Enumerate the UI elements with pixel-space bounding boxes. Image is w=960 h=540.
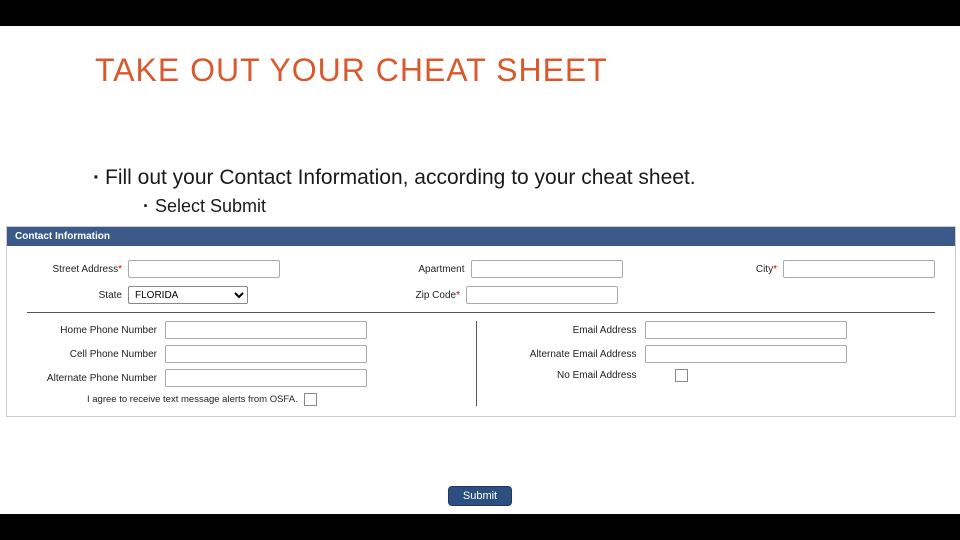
- street-input[interactable]: [128, 260, 280, 278]
- address-row-2: State FLORIDA Zip Code*: [27, 286, 935, 304]
- home-phone-input[interactable]: [165, 321, 367, 339]
- cell-phone-label: Cell Phone Number: [27, 349, 157, 360]
- alt-email-input[interactable]: [645, 345, 847, 363]
- state-label: State: [27, 290, 122, 301]
- email-label: Email Address: [507, 325, 637, 336]
- contact-form-panel: Contact Information Street Address* Apar…: [6, 226, 956, 417]
- zip-input[interactable]: [466, 286, 618, 304]
- no-email-label: No Email Address: [507, 370, 637, 381]
- city-label: City*: [737, 264, 777, 275]
- divider: [27, 312, 935, 313]
- apartment-input[interactable]: [471, 260, 623, 278]
- alt-email-label: Alternate Email Address: [507, 349, 637, 360]
- bullet-select-submit: Select Submit: [155, 196, 266, 217]
- consent-checkbox[interactable]: [304, 393, 317, 406]
- zip-label: Zip Code*: [390, 290, 460, 301]
- alt-phone-label: Alternate Phone Number: [27, 373, 157, 384]
- cell-phone-input[interactable]: [165, 345, 367, 363]
- home-phone-label: Home Phone Number: [27, 325, 157, 336]
- street-label: Street Address*: [27, 264, 122, 275]
- bullet-fill-contact: Fill out your Contact Information, accor…: [105, 166, 696, 190]
- submit-row: Submit: [0, 486, 960, 506]
- state-select[interactable]: FLORIDA: [128, 286, 248, 304]
- submit-button[interactable]: Submit: [448, 486, 512, 506]
- email-column: Email Address Alternate Email Address No…: [477, 321, 936, 406]
- email-input[interactable]: [645, 321, 847, 339]
- phone-column: Home Phone Number Cell Phone Number Alte…: [27, 321, 477, 406]
- city-input[interactable]: [783, 260, 935, 278]
- apartment-label: Apartment: [395, 264, 465, 275]
- consent-row: I agree to receive text message alerts f…: [87, 393, 456, 406]
- lower-section: Home Phone Number Cell Phone Number Alte…: [27, 321, 935, 406]
- alt-phone-input[interactable]: [165, 369, 367, 387]
- slide: TAKE OUT YOUR CHEAT SHEET Fill out your …: [0, 26, 960, 514]
- slide-title: TAKE OUT YOUR CHEAT SHEET: [95, 52, 608, 89]
- address-row-1: Street Address* Apartment City*: [27, 260, 935, 278]
- consent-label: I agree to receive text message alerts f…: [87, 394, 298, 405]
- panel-header: Contact Information: [7, 227, 955, 246]
- panel-body: Street Address* Apartment City* State FL…: [7, 246, 955, 416]
- no-email-checkbox[interactable]: [675, 369, 688, 382]
